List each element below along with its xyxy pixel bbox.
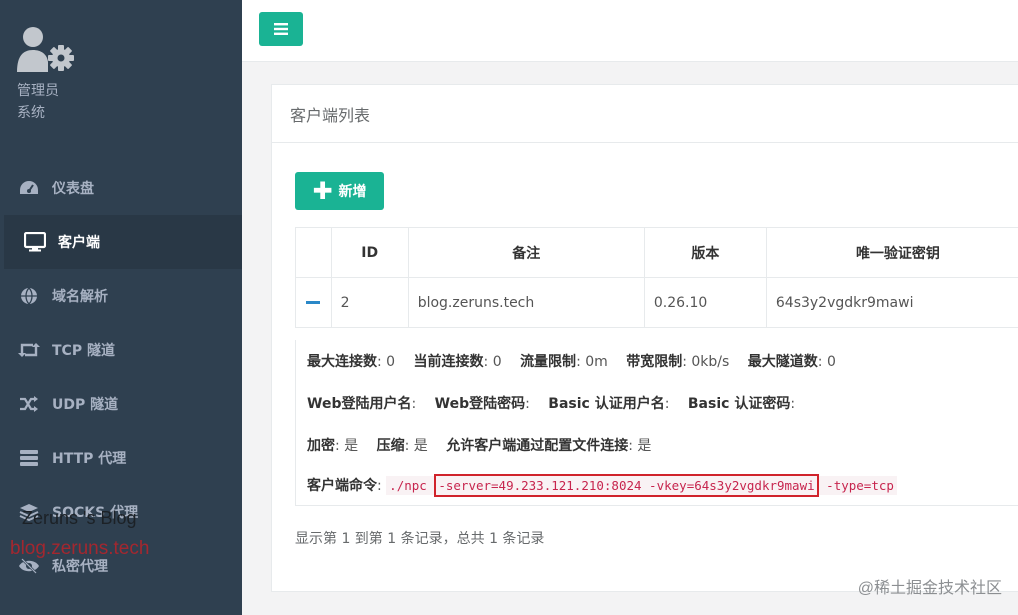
sidebar-item-label: HTTP 代理	[52, 451, 127, 467]
web-user-label: Web登陆用户名	[307, 396, 412, 412]
sidebar-item-udp[interactable]: UDP 隧道	[0, 377, 242, 431]
client-detail: 最大连接数: 0 当前连接数: 0 流量限制: 0m 带宽限制: 0kb/s 最…	[295, 340, 1018, 506]
web-user-value: :	[411, 396, 417, 412]
table-row: 2 blog.zeruns.tech 0.26.10 64s3y2vgdkr9m…	[295, 277, 1018, 328]
user-name: 管理员	[17, 83, 59, 99]
detail-command-row: 客户端命令: ./npc -server=49.233.121.210:8024…	[307, 474, 897, 497]
random-icon	[18, 394, 40, 414]
cmd-prefix: ./npc	[389, 478, 427, 493]
user-gear-icon[interactable]	[17, 26, 77, 74]
detail-auth-row: Web登陆用户名: Web登陆密码: Basic 认证用户名: Basic 认证…	[307, 393, 795, 413]
basic-pass-value: :	[790, 396, 796, 412]
compress-value: : 是	[404, 438, 428, 454]
collapse-toggle[interactable]	[295, 277, 332, 328]
basic-pass-label: Basic 认证密码	[687, 396, 791, 412]
sidebar-item-label: UDP 隧道	[52, 397, 119, 413]
rate-limit-label: 带宽限制	[626, 354, 683, 370]
column-header-version[interactable]: 版本	[643, 227, 767, 278]
sidebar-item-label: 域名解析	[52, 289, 108, 305]
cmd-suffix: -type=tcp	[826, 478, 894, 493]
minus-icon	[306, 301, 321, 304]
max-tunnel-value: : 0	[817, 354, 836, 370]
cmd-highlight-box: -server=49.233.121.210:8024 -vkey=64s3y2…	[434, 474, 819, 497]
pagination-info: 显示第 1 到第 1 条记录，总共 1 条记录	[295, 531, 545, 547]
rate-limit-value: : 0kb/s	[682, 354, 730, 370]
watermark-title: Zeruns 's Blog	[22, 508, 137, 528]
panel-title: 客户端列表	[272, 85, 1018, 143]
menu-toggle-button[interactable]	[259, 12, 303, 46]
web-pass-label: Web登陆密码	[434, 396, 526, 412]
cur-conn-value: : 0	[483, 354, 502, 370]
monitor-icon	[24, 232, 46, 252]
hamburger-icon	[274, 20, 288, 39]
cell-version: 0.26.10	[643, 277, 767, 328]
sidebar-item-label: TCP 隧道	[52, 343, 115, 359]
crypt-value: : 是	[335, 438, 359, 454]
flow-limit-label: 流量限制	[520, 354, 577, 370]
web-pass-value: :	[525, 396, 530, 412]
sidebar-item-clients[interactable]: 客户端	[0, 215, 242, 269]
sidebar-item-label: 客户端	[58, 235, 100, 251]
basic-user-label: Basic 认证用户名	[548, 396, 665, 412]
client-command[interactable]: ./npc -server=49.233.121.210:8024 -vkey=…	[386, 474, 897, 497]
sidebar-item-dashboard[interactable]: 仪表盘	[0, 161, 242, 215]
cell-remark: blog.zeruns.tech	[407, 277, 645, 328]
expand-column-header	[295, 227, 332, 278]
add-client-button[interactable]: ✚ 新增	[295, 172, 384, 210]
server-icon	[18, 448, 40, 468]
flow-limit-value: : 0m	[576, 354, 608, 370]
config-conn-label: 允许客户端通过配置文件连接	[446, 438, 629, 454]
basic-user-value: :	[664, 396, 670, 412]
cmd-separator: :	[377, 478, 382, 494]
column-header-vkey[interactable]: 唯一验证密钥	[765, 227, 1018, 278]
cell-id: 2	[330, 277, 409, 328]
sidebar-item-http[interactable]: HTTP 代理	[0, 431, 242, 485]
cur-conn-label: 当前连接数	[413, 354, 484, 370]
sidebar-item-label: 仪表盘	[52, 181, 94, 197]
profile-text: 管理员 系统	[17, 80, 59, 124]
globe-icon	[18, 286, 40, 306]
detail-limits-row: 最大连接数: 0 当前连接数: 0 流量限制: 0m 带宽限制: 0kb/s 最…	[307, 351, 836, 371]
cmd-label: 客户端命令	[307, 478, 377, 494]
cell-vkey: 64s3y2vgdkr9mawi	[765, 277, 1018, 328]
client-list-panel: 客户端列表 ✚ 新增 ID 备注 版本 唯一验证密钥 2 blog.zeruns…	[271, 84, 1018, 592]
column-header-remark[interactable]: 备注	[407, 227, 645, 278]
sidebar-item-tcp[interactable]: TCP 隧道	[0, 323, 242, 377]
max-conn-label: 最大连接数	[307, 354, 377, 370]
user-role: 系统	[17, 105, 45, 121]
community-watermark: @稀土掘金技术社区	[857, 580, 1002, 597]
watermark-url: blog.zeruns.tech	[10, 538, 150, 559]
crypt-label: 加密	[307, 438, 335, 454]
top-navbar	[242, 0, 1018, 62]
sidebar-item-domain[interactable]: 域名解析	[0, 269, 242, 323]
config-conn-value: : 是	[628, 438, 652, 454]
add-button-label: 新增	[338, 184, 367, 200]
profile	[17, 26, 77, 74]
table-header-row: ID 备注 版本 唯一验证密钥	[295, 227, 1018, 278]
client-table: ID 备注 版本 唯一验证密钥 2 blog.zeruns.tech 0.26.…	[295, 227, 1018, 328]
detail-options-row: 加密: 是 压缩: 是 允许客户端通过配置文件连接: 是	[307, 435, 651, 455]
max-tunnel-label: 最大隧道数	[747, 354, 818, 370]
dashboard-icon	[18, 178, 40, 198]
plus-icon: ✚	[312, 177, 333, 205]
retweet-icon	[18, 340, 40, 360]
sidebar: 管理员 系统 仪表盘 客户端 域名解析 TCP 隧道 UDP 隧道 HTTP 代…	[0, 0, 242, 615]
column-header-id[interactable]: ID	[330, 227, 409, 278]
compress-label: 压缩	[376, 438, 405, 454]
max-conn-value: : 0	[377, 354, 396, 370]
